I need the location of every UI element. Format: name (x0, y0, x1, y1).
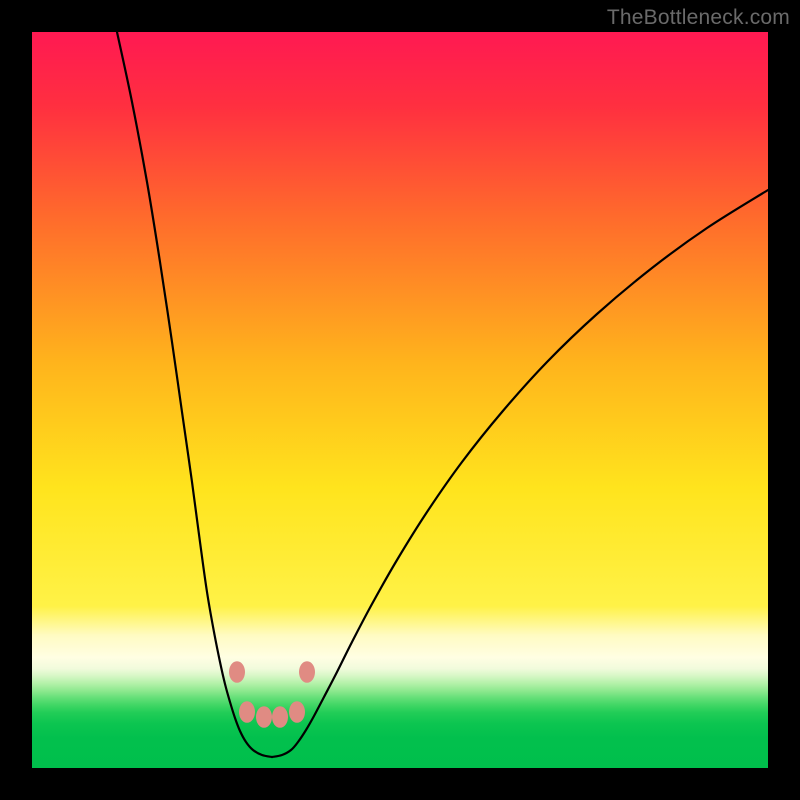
chart-frame (32, 32, 768, 768)
curve-marker (299, 661, 315, 683)
curve-marker (229, 661, 245, 683)
watermark-text: TheBottleneck.com (607, 6, 790, 30)
bottleneck-chart (32, 32, 768, 768)
chart-background (32, 32, 768, 768)
curve-marker (239, 701, 255, 723)
curve-marker (272, 706, 288, 728)
curve-marker (289, 701, 305, 723)
curve-marker (256, 706, 272, 728)
